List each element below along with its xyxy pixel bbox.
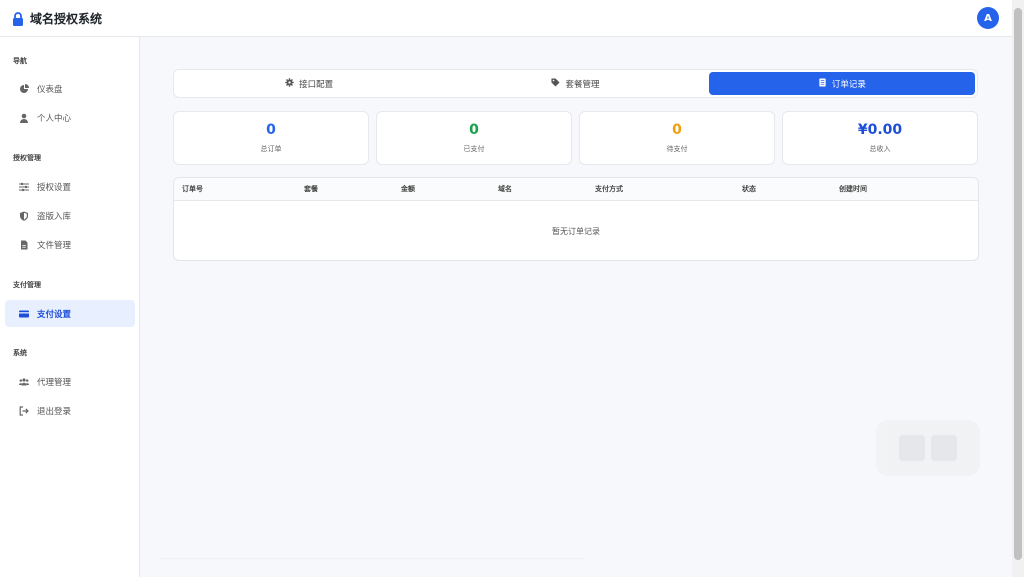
users-icon: [19, 377, 29, 387]
sidebar-item-label: 授权设置: [37, 182, 72, 193]
scroll-thumb[interactable]: [1014, 8, 1022, 560]
sidebar-item-label: 退出登录: [37, 406, 72, 417]
column-header[interactable]: 创建时间: [839, 178, 867, 201]
brand[interactable]: 域名授权系统: [12, 10, 102, 27]
top-bar: 域名授权系统 A: [0, 0, 1012, 37]
scrollbar[interactable]: [1012, 0, 1024, 577]
lock-icon: [12, 11, 24, 26]
tab-packages[interactable]: 套餐管理: [442, 72, 708, 95]
tag-icon: [551, 77, 561, 90]
watermark-logo: [876, 420, 980, 476]
stat-value: ¥0.00: [857, 122, 903, 138]
tab-label: 订单记录: [831, 79, 866, 90]
credit-card-icon: [19, 309, 29, 319]
sidebar-item-agents[interactable]: 代理管理: [5, 368, 135, 395]
sidebar-item-label: 支付设置: [37, 309, 72, 320]
avatar[interactable]: A: [977, 7, 999, 29]
logout-icon: [19, 405, 29, 416]
sidebar-item-label: 文件管理: [37, 240, 72, 251]
sidebar-item-dashboard[interactable]: 仪表盘: [5, 75, 135, 102]
stat-card-pending: 0 待支付: [579, 111, 775, 165]
sidebar: 导航 仪表盘 个人中心 授权管理 授权设置 盗版入库 文件管理 支付管理 支付设…: [0, 37, 140, 577]
sidebar-item-payment-settings[interactable]: 支付设置: [5, 300, 135, 327]
sidebar-section-system: 系统: [13, 349, 27, 357]
empty-state: 暂无订单记录: [552, 226, 600, 236]
stat-card-paid: 0 已支付: [376, 111, 572, 165]
stat-value: 0: [672, 122, 682, 138]
pie-chart-icon: [19, 83, 29, 94]
sidebar-section-nav: 导航: [13, 57, 27, 65]
stat-label: 总收入: [869, 145, 891, 153]
sidebar-item-profile[interactable]: 个人中心: [5, 104, 135, 131]
column-header[interactable]: 金额: [401, 178, 415, 201]
gear-icon: [285, 77, 294, 90]
column-header[interactable]: 套餐: [304, 178, 318, 201]
sidebar-item-files[interactable]: 文件管理: [5, 231, 135, 258]
tab-label: 套餐管理: [565, 79, 600, 90]
sidebar-item-label: 仪表盘: [37, 84, 63, 95]
orders-table: 订单号 套餐 金额 域名 支付方式 状态 创建时间 暂无订单记录: [173, 177, 979, 261]
stat-value: 0: [469, 122, 479, 138]
app-title: 域名授权系统: [30, 11, 103, 26]
stat-label: 已支付: [463, 145, 485, 153]
user-icon: [19, 113, 29, 123]
sidebar-item-license-settings[interactable]: 授权设置: [5, 173, 135, 200]
sidebar-section-payment: 支付管理: [13, 281, 41, 289]
sidebar-item-label: 代理管理: [37, 377, 72, 388]
sidebar-section-license: 授权管理: [13, 154, 41, 162]
column-header[interactable]: 状态: [742, 178, 756, 201]
receipt-icon: [818, 77, 827, 90]
stat-card-total-orders: 0 总订单: [173, 111, 369, 165]
tab-api-config[interactable]: 接口配置: [176, 72, 442, 95]
column-header[interactable]: 支付方式: [595, 178, 623, 201]
tab-bar: 接口配置 套餐管理 订单记录: [173, 69, 978, 98]
stat-label: 待支付: [666, 145, 688, 153]
column-header[interactable]: 域名: [498, 178, 512, 201]
divider: [160, 558, 585, 559]
tab-orders[interactable]: 订单记录: [708, 72, 975, 95]
stat-card-revenue: ¥0.00 总收入: [782, 111, 978, 165]
stat-label: 总订单: [260, 145, 282, 153]
table-header: 订单号 套餐 金额 域名 支付方式 状态 创建时间: [174, 178, 978, 201]
tab-label: 接口配置: [299, 79, 334, 90]
sidebar-item-piracy[interactable]: 盗版入库: [5, 202, 135, 229]
sidebar-item-label: 个人中心: [37, 113, 72, 124]
sliders-icon: [19, 182, 29, 192]
file-icon: [19, 240, 29, 250]
column-header[interactable]: 订单号: [182, 178, 203, 201]
stat-value: 0: [266, 122, 276, 138]
sidebar-item-label: 盗版入库: [37, 211, 72, 222]
sidebar-item-logout[interactable]: 退出登录: [5, 397, 135, 424]
shield-icon: [19, 211, 29, 221]
